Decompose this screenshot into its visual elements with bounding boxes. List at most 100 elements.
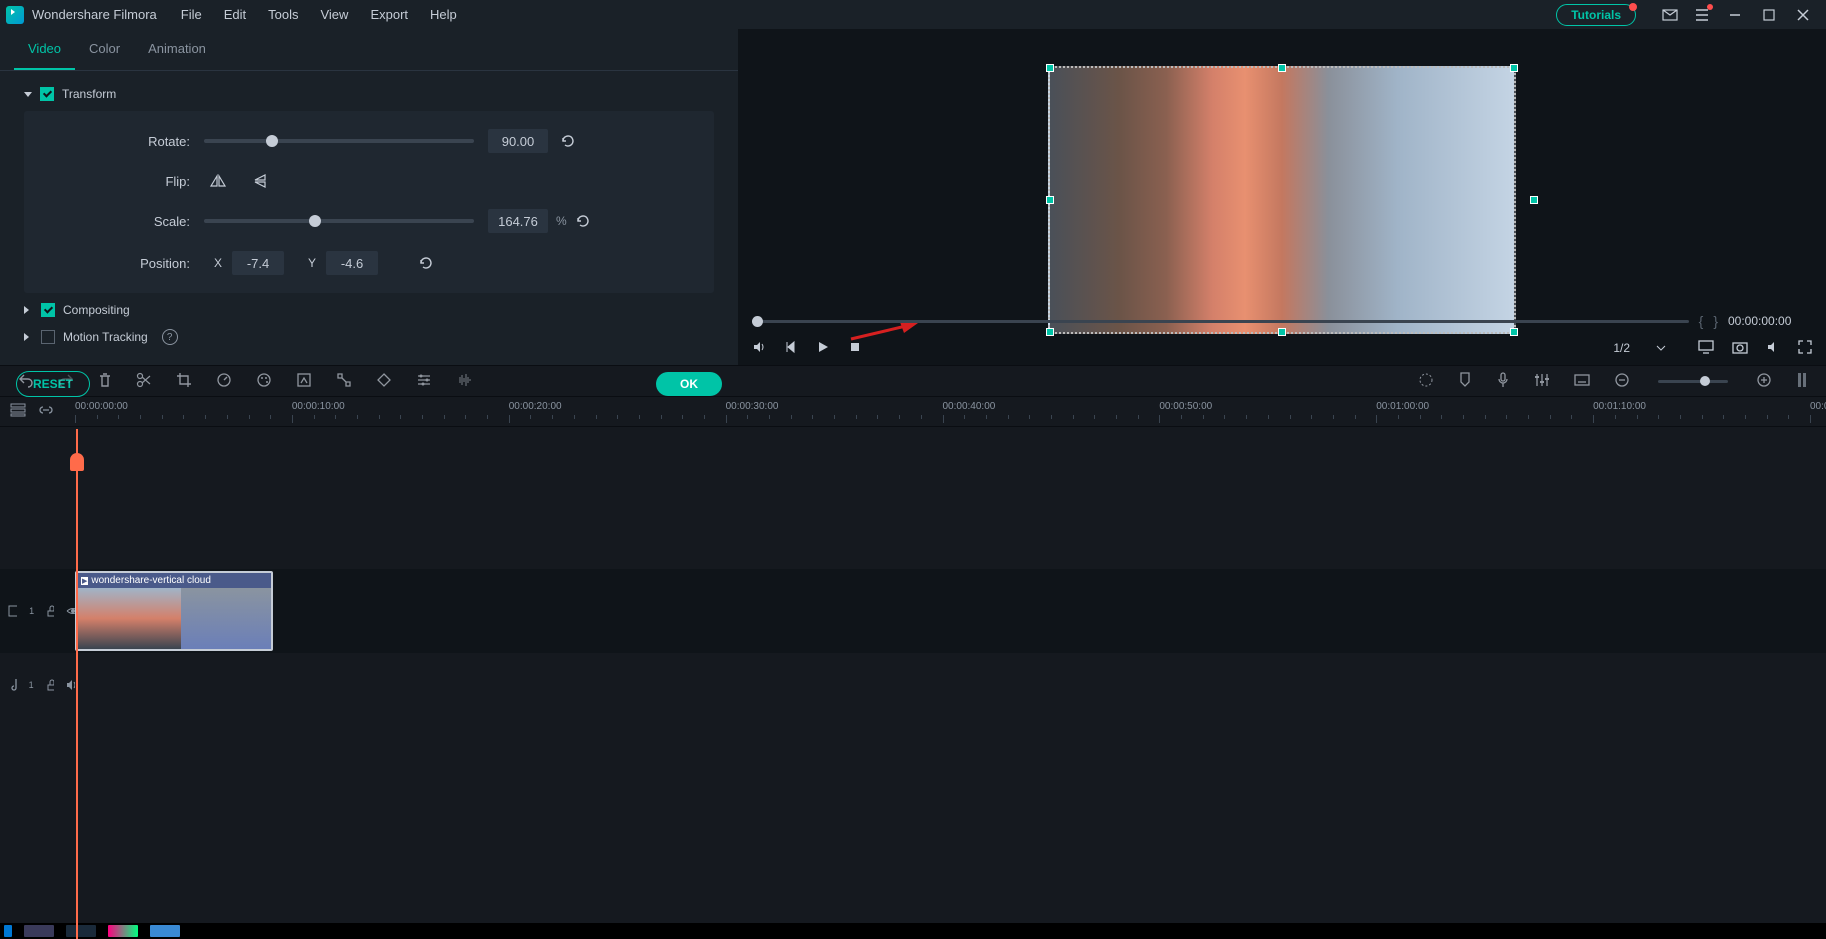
zoom-in-icon[interactable]: [1756, 372, 1772, 391]
step-back-icon[interactable]: [784, 340, 798, 357]
resize-handle[interactable]: [1510, 64, 1518, 72]
menu-edit[interactable]: Edit: [224, 7, 246, 22]
resize-handle[interactable]: [1046, 328, 1054, 336]
lock-icon[interactable]: [46, 679, 55, 691]
zoom-out-icon[interactable]: [1614, 372, 1630, 391]
scale-reset-icon[interactable]: [575, 213, 591, 229]
taskbar-app[interactable]: [108, 925, 138, 937]
fullscreen-icon[interactable]: [1798, 340, 1812, 357]
compositing-header[interactable]: Compositing: [14, 297, 724, 323]
redo-icon[interactable]: [58, 372, 74, 391]
lock-icon[interactable]: [46, 605, 54, 617]
position-y-input[interactable]: [326, 251, 378, 275]
minimize-button[interactable]: [1718, 1, 1752, 29]
taskbar-app[interactable]: [24, 925, 54, 937]
taskbar-app[interactable]: [4, 925, 12, 937]
video-track[interactable]: wondershare-vertical cloud: [75, 569, 1826, 653]
motion-tracking-header[interactable]: Motion Tracking ?: [14, 323, 724, 351]
volume-icon[interactable]: [752, 340, 766, 357]
mixer-icon[interactable]: [1534, 373, 1550, 390]
menu-view[interactable]: View: [320, 7, 348, 22]
position-reset-icon[interactable]: [418, 255, 434, 271]
tab-video[interactable]: Video: [14, 29, 75, 70]
transform-form: Rotate: Flip: Scale: %: [24, 111, 714, 293]
bracket-right-icon[interactable]: }: [1713, 313, 1718, 329]
snapshot-icon[interactable]: [1732, 340, 1748, 357]
display-icon[interactable]: [1698, 340, 1714, 357]
resize-handle[interactable]: [1046, 64, 1054, 72]
flip-vertical-icon[interactable]: [248, 171, 276, 191]
audio-icon[interactable]: [1766, 340, 1780, 357]
speaker-icon[interactable]: [66, 679, 75, 691]
resize-handle[interactable]: [1530, 196, 1538, 204]
rotate-input[interactable]: [488, 129, 548, 153]
rotate-reset-icon[interactable]: [560, 133, 576, 149]
audio-track[interactable]: [75, 655, 1826, 715]
transform-header[interactable]: Transform: [14, 81, 724, 107]
scale-slider[interactable]: [204, 219, 474, 223]
preview-video-frame[interactable]: [1048, 66, 1516, 334]
speed-icon[interactable]: [216, 372, 232, 391]
zoom-slider[interactable]: [1658, 380, 1728, 383]
help-icon[interactable]: ?: [162, 329, 178, 345]
resize-handle[interactable]: [1046, 196, 1054, 204]
color-icon[interactable]: [256, 372, 272, 391]
keyframe-icon[interactable]: [376, 372, 392, 391]
audio-wave-icon[interactable]: [456, 372, 474, 391]
mic-icon[interactable]: [1496, 372, 1510, 391]
scrub-thumb[interactable]: [752, 316, 763, 327]
rotate-label: Rotate:: [44, 134, 204, 149]
taskbar-app[interactable]: [66, 925, 96, 937]
eye-icon[interactable]: [66, 606, 75, 616]
chevron-down-icon[interactable]: [1656, 343, 1666, 353]
mail-icon[interactable]: [1662, 7, 1678, 23]
menu-help[interactable]: Help: [430, 7, 457, 22]
undo-icon[interactable]: [18, 372, 34, 391]
rotate-slider[interactable]: [204, 139, 474, 143]
delete-icon[interactable]: [98, 372, 112, 391]
scrub-track[interactable]: [752, 320, 1689, 323]
resize-handle[interactable]: [1510, 328, 1518, 336]
green-screen-icon[interactable]: [296, 372, 312, 391]
video-clip[interactable]: wondershare-vertical cloud: [75, 571, 273, 651]
preview-canvas[interactable]: [738, 29, 1826, 311]
flip-horizontal-icon[interactable]: [204, 171, 232, 191]
adjust-icon[interactable]: [416, 372, 432, 391]
tab-color[interactable]: Color: [75, 29, 134, 70]
maximize-button[interactable]: [1752, 1, 1786, 29]
playhead[interactable]: [76, 429, 78, 939]
close-button[interactable]: [1786, 1, 1820, 29]
play-icon[interactable]: [816, 340, 830, 357]
menu-export[interactable]: Export: [370, 7, 408, 22]
resize-handle[interactable]: [1278, 328, 1286, 336]
list-icon[interactable]: [1694, 7, 1710, 23]
scale-unit: %: [556, 214, 567, 228]
resize-handle[interactable]: [1278, 64, 1286, 72]
preview-ratio[interactable]: 1/2: [1605, 341, 1638, 355]
transform-checkbox[interactable]: [40, 87, 54, 101]
link-icon[interactable]: [38, 403, 54, 420]
motion-tracking-checkbox[interactable]: [41, 330, 55, 344]
render-icon[interactable]: [1418, 372, 1434, 391]
bracket-left-icon[interactable]: {: [1699, 313, 1704, 329]
tutorials-button[interactable]: Tutorials: [1556, 4, 1636, 26]
detach-icon[interactable]: [336, 372, 352, 391]
position-x-input[interactable]: [232, 251, 284, 275]
scale-input[interactable]: [488, 209, 548, 233]
split-icon[interactable]: [136, 372, 152, 391]
ok-button[interactable]: OK: [656, 372, 722, 396]
menu-tools[interactable]: Tools: [268, 7, 298, 22]
zoom-fit-icon[interactable]: [1796, 372, 1808, 391]
track-manage-icon[interactable]: [10, 403, 26, 420]
tab-animation[interactable]: Animation: [134, 29, 220, 70]
timeline-ruler[interactable]: 00:00:00:0000:00:10:0000:00:20:0000:00:3…: [0, 397, 1826, 427]
menu-file[interactable]: File: [181, 7, 202, 22]
taskbar-app[interactable]: [150, 925, 180, 937]
caption-icon[interactable]: [1574, 373, 1590, 390]
tracks-area: 1 wondershare-vertical cloud 1: [0, 427, 1826, 939]
marker-icon[interactable]: [1458, 372, 1472, 391]
stop-icon[interactable]: [848, 340, 862, 357]
crop-icon[interactable]: [176, 372, 192, 391]
compositing-label: Compositing: [63, 303, 130, 317]
compositing-checkbox[interactable]: [41, 303, 55, 317]
